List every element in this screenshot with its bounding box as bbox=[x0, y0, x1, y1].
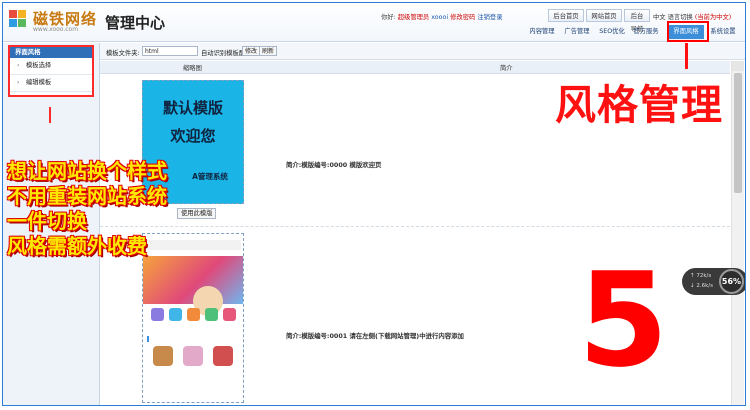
logout-link[interactable]: 注销登录 bbox=[477, 14, 502, 21]
sidebar-title: 界面风格 bbox=[10, 47, 92, 58]
annotation-arrow bbox=[49, 107, 51, 123]
thumb-line: 默认模版 bbox=[162, 99, 223, 117]
column-thumbnail: 缩略图 bbox=[183, 65, 202, 72]
tab-settings[interactable]: 系统设置 bbox=[707, 25, 739, 39]
phone-icon-row bbox=[149, 308, 239, 332]
tab-ads[interactable]: 广告管理 bbox=[561, 25, 593, 39]
tab-content[interactable]: 内容管理 bbox=[526, 25, 558, 39]
site-home-button[interactable]: 网站首页 bbox=[586, 9, 622, 22]
annotation-promo: 想让网站换个样式 不用重装网站系统 一件切换 风格需额外收费 bbox=[7, 159, 247, 259]
sidebar-item-template-edit[interactable]: › 编辑模板 bbox=[10, 75, 92, 92]
annotation-style-manage: 风格管理 bbox=[555, 81, 723, 129]
upload-speed: ↑ 72k/s bbox=[690, 273, 712, 279]
annotation-number: 5 bbox=[578, 244, 669, 396]
greeting: 你好: bbox=[381, 14, 396, 21]
network-speed-widget[interactable]: ↑ 72k/s ↓ 2.6k/s 56% bbox=[682, 268, 745, 295]
active-tab-highlight bbox=[667, 21, 709, 42]
tab-official[interactable]: 官方服务 bbox=[630, 25, 662, 39]
browser-frame: 磁铁网络 www.xooo.com 管理中心 你好: 超级管理员 xoooi 修… bbox=[2, 2, 746, 406]
sidebar-item-label: 编辑模板 bbox=[26, 79, 52, 86]
user-role: 超级管理员 bbox=[397, 14, 430, 21]
change-password-link[interactable]: 修改密码 bbox=[450, 14, 475, 21]
phone-app-row bbox=[151, 346, 241, 386]
annotation-arrow bbox=[685, 43, 688, 69]
template-description: 简介:模版编号:0000 模版欢迎页 bbox=[286, 161, 382, 169]
sidebar-menu: 界面风格 › 模板选择 › 编辑模板 bbox=[8, 45, 94, 97]
phone-section bbox=[147, 336, 243, 342]
username: xoooi bbox=[431, 14, 449, 21]
folder-label: 模板文件夹: bbox=[106, 50, 140, 57]
chevron-right-icon: › bbox=[17, 62, 20, 69]
logo[interactable]: 磁铁网络 www.xooo.com bbox=[9, 8, 99, 34]
lang-prefix: 中文 bbox=[653, 14, 666, 21]
promo-line: 风格需额外收费 bbox=[7, 234, 147, 258]
user-info: 你好: 超级管理员 xoooi 修改密码 注销登录 bbox=[381, 12, 502, 21]
thumb-line: 欢迎您 bbox=[170, 127, 216, 145]
column-description: 简介 bbox=[500, 65, 513, 72]
admin-nav-button[interactable]: 后台导航 bbox=[624, 9, 650, 33]
logo-url: www.xooo.com bbox=[33, 26, 79, 33]
phone-banner bbox=[143, 256, 243, 316]
download-speed: ↓ 2.6k/s bbox=[690, 283, 714, 289]
folder-input[interactable]: html bbox=[142, 46, 198, 56]
promo-line: 想让网站换个样式 bbox=[7, 159, 167, 183]
modify-button[interactable]: 修改 bbox=[242, 46, 261, 56]
scroll-up-arrow[interactable] bbox=[732, 61, 744, 71]
scrollbar[interactable] bbox=[731, 61, 744, 405]
sidebar-item-label: 模板选择 bbox=[26, 62, 52, 69]
promo-line: 一件切换 bbox=[7, 209, 87, 233]
header: 磁铁网络 www.xooo.com 管理中心 你好: 超级管理员 xoooi 修… bbox=[3, 3, 745, 42]
lang-current: (当前为中文) bbox=[694, 14, 732, 21]
logo-icon bbox=[9, 10, 29, 28]
page-title: 管理中心 bbox=[105, 14, 166, 32]
promo-line: 不用重装网站系统 bbox=[7, 184, 167, 208]
refresh-button[interactable]: 刷新 bbox=[259, 46, 278, 56]
lang-switch-label: 语言切换 bbox=[667, 14, 693, 21]
tab-seo[interactable]: SEO优化 bbox=[596, 25, 628, 39]
chevron-right-icon: › bbox=[17, 79, 20, 86]
language-switch[interactable]: 中文 语言切换 (当前为中文) bbox=[653, 12, 731, 21]
scroll-thumb[interactable] bbox=[734, 73, 742, 193]
template-description: 简介:模版编号:0001 请在左侧(下载网站管理)中进行内容添加 bbox=[286, 332, 464, 340]
template-toolbar: 模板文件夹: html 自动识别模板配置 修改 刷新 bbox=[100, 43, 745, 60]
admin-home-button[interactable]: 后台首页 bbox=[548, 9, 584, 22]
sidebar-item-template-select[interactable]: › 模板选择 bbox=[10, 58, 92, 75]
speed-percent: 56% bbox=[719, 269, 744, 294]
